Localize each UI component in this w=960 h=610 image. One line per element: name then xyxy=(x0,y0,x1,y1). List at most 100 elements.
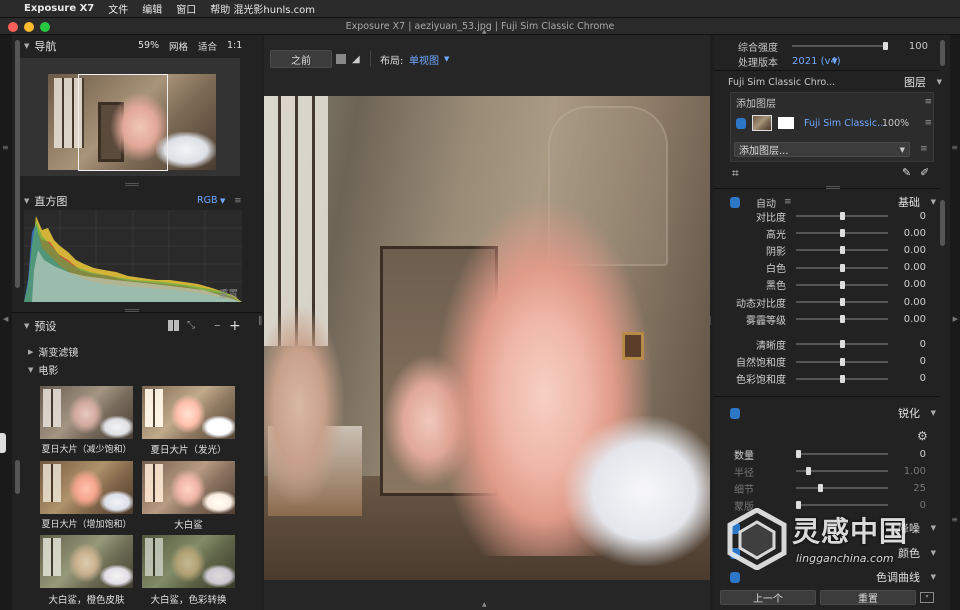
slider-knob[interactable] xyxy=(796,450,801,458)
panel-divider-handle[interactable] xyxy=(826,186,840,189)
left-panel-toggle-icon[interactable]: ≡ xyxy=(2,143,9,152)
panel-divider-handle[interactable] xyxy=(125,309,139,312)
preset-thumbnail[interactable] xyxy=(40,535,133,588)
navigator-zoom[interactable]: 59% xyxy=(138,40,159,51)
slider-value[interactable]: 0 xyxy=(920,373,926,384)
dropdown-icon[interactable]: ▼ xyxy=(444,55,449,63)
slider-track[interactable] xyxy=(796,298,888,306)
menu-help[interactable]: 帮助 混光影hunls.com xyxy=(210,1,315,16)
slider-knob[interactable] xyxy=(839,298,845,306)
preset-group-gradient[interactable]: ▶ 渐变滤镜 xyxy=(28,343,228,360)
slider-value[interactable]: 0 xyxy=(920,339,926,350)
slider-value[interactable]: 0 xyxy=(920,356,926,367)
slider-track[interactable] xyxy=(796,315,888,324)
layers-header[interactable]: Fuji Sim Classic Chro... 图层 ▼ xyxy=(726,74,946,90)
slider-track[interactable] xyxy=(796,357,888,366)
zoom-window-button[interactable] xyxy=(40,22,50,32)
left-lower-scrollbar[interactable] xyxy=(15,460,20,494)
collapse-arrow-icon[interactable]: ▼ xyxy=(24,42,29,50)
add-layer-dropdown[interactable]: 添加图层... ▼ xyxy=(734,142,910,157)
right-panel-toggle-icon[interactable]: ≡ xyxy=(951,143,958,152)
collapse-top-icon[interactable]: ▲ xyxy=(482,28,487,35)
layer-name[interactable]: Fuji Sim Classic... xyxy=(804,118,886,129)
grid-view-icon[interactable] xyxy=(168,320,179,331)
slider-track[interactable] xyxy=(796,229,888,238)
sharpen-header[interactable]: 锐化 ▼ xyxy=(728,405,938,421)
slider-value[interactable]: 0.00 xyxy=(904,314,926,325)
collapse-arrow-icon[interactable]: ▼ xyxy=(937,78,942,86)
slider-value[interactable]: 0 xyxy=(920,449,926,460)
right-panel-menu-icon[interactable]: ≡ xyxy=(951,515,958,524)
main-photo[interactable] xyxy=(264,96,710,580)
gear-icon[interactable]: ⚙ xyxy=(917,429,928,443)
left-side-tab[interactable] xyxy=(0,433,6,453)
slider-knob[interactable] xyxy=(839,374,845,383)
minimize-window-button[interactable] xyxy=(24,22,34,32)
collapse-arrow-icon[interactable]: ▼ xyxy=(931,198,936,206)
slider-track[interactable] xyxy=(796,280,888,289)
layer-visibility-toggle[interactable] xyxy=(736,117,746,129)
histogram-reset-button[interactable]: 重置 xyxy=(219,286,238,300)
preset-thumbnail[interactable] xyxy=(40,461,133,514)
slider-knob[interactable] xyxy=(839,263,845,272)
preset-thumbnail[interactable] xyxy=(142,535,235,588)
slider-knob[interactable] xyxy=(839,315,845,324)
collapse-arrow-icon[interactable]: ▼ xyxy=(931,409,936,417)
menu-window[interactable]: 窗口 xyxy=(176,1,196,16)
dropdown-icon[interactable]: ▼ xyxy=(220,197,225,205)
add-layer-row[interactable]: 添加图层 ≡ xyxy=(734,94,934,110)
basic-menu-icon[interactable]: ≡ xyxy=(784,197,792,207)
collapse-arrow-icon[interactable]: ▼ xyxy=(931,524,936,532)
navigator-viewport-frame[interactable] xyxy=(78,74,168,171)
dropdown-icon[interactable]: ▼ xyxy=(832,57,837,65)
layer-item[interactable]: Fuji Sim Classic... 100% ≡ xyxy=(734,114,934,132)
preset-group-movie[interactable]: ▼ 电影 xyxy=(28,361,228,378)
slider-knob[interactable] xyxy=(839,212,845,220)
slider-track[interactable] xyxy=(796,246,888,255)
expand-arrow-icon[interactable]: ▶ xyxy=(28,348,33,356)
preset-thumbnail[interactable] xyxy=(142,461,235,514)
strength-value[interactable]: 100 xyxy=(909,41,928,52)
layer-options-icon[interactable]: ≡ xyxy=(920,144,928,154)
navigator-fit[interactable]: 适合 xyxy=(198,39,217,53)
slider-value[interactable]: 0.00 xyxy=(904,228,926,239)
left-collapse-icon[interactable]: ◀ xyxy=(3,315,8,323)
right-scrollbar[interactable] xyxy=(940,200,945,246)
navigator-one-to-one[interactable]: 1:1 xyxy=(227,40,242,51)
slider-knob[interactable] xyxy=(839,280,845,289)
brush-icon[interactable]: ✎ xyxy=(902,166,911,179)
slider-track[interactable] xyxy=(796,340,888,349)
strength-slider-knob[interactable] xyxy=(883,42,888,50)
previous-button[interactable]: 上一个 xyxy=(720,590,816,605)
histogram-mode[interactable]: RGB xyxy=(197,195,217,206)
layer-menu-icon[interactable]: ≡ xyxy=(924,118,932,128)
collapse-arrow-icon[interactable]: ▼ xyxy=(28,366,33,374)
center-left-handle-icon[interactable]: ‖ xyxy=(258,316,263,326)
slider-value[interactable]: 25 xyxy=(913,483,926,494)
histogram-menu-icon[interactable]: ≡ xyxy=(234,196,242,206)
menu-file[interactable]: 文件 xyxy=(108,1,128,16)
slider-value[interactable]: 1.00 xyxy=(904,466,926,477)
slider-track[interactable] xyxy=(796,212,888,220)
right-collapse-icon[interactable]: ▶ xyxy=(953,315,958,323)
histogram-header[interactable]: ▼ 直方图 RGB ▼ ≡ xyxy=(24,192,242,209)
split-view-icon[interactable]: ◢ xyxy=(352,54,360,65)
add-preset-icon[interactable]: + xyxy=(229,318,241,334)
collapse-bottom-icon[interactable]: ▲ xyxy=(482,601,487,608)
layer-opacity[interactable]: 100% xyxy=(882,118,909,129)
sharpen-enable-toggle[interactable] xyxy=(730,407,740,419)
collapse-arrow-icon[interactable]: ▼ xyxy=(931,549,936,557)
right-scrollbar-top[interactable] xyxy=(940,40,945,66)
expand-icon[interactable]: ⤡ xyxy=(187,320,195,331)
navigator-header[interactable]: ▼ 导航 59% 网格 适合 1:1 xyxy=(24,37,242,54)
slider-knob[interactable] xyxy=(839,357,845,366)
panel-divider-handle[interactable] xyxy=(125,183,139,186)
menu-app-name[interactable]: Exposure X7 xyxy=(24,3,94,14)
strength-slider[interactable] xyxy=(792,42,888,50)
slider-value[interactable]: 0.00 xyxy=(904,279,926,290)
slider-track[interactable] xyxy=(796,484,888,492)
preset-thumbnail[interactable] xyxy=(142,386,235,439)
panel-options-icon[interactable]: ▾ xyxy=(920,592,934,603)
collapse-arrow-icon[interactable]: ▼ xyxy=(931,573,936,581)
presets-header[interactable]: ▼ 预设 ⤡ – + xyxy=(24,317,242,334)
